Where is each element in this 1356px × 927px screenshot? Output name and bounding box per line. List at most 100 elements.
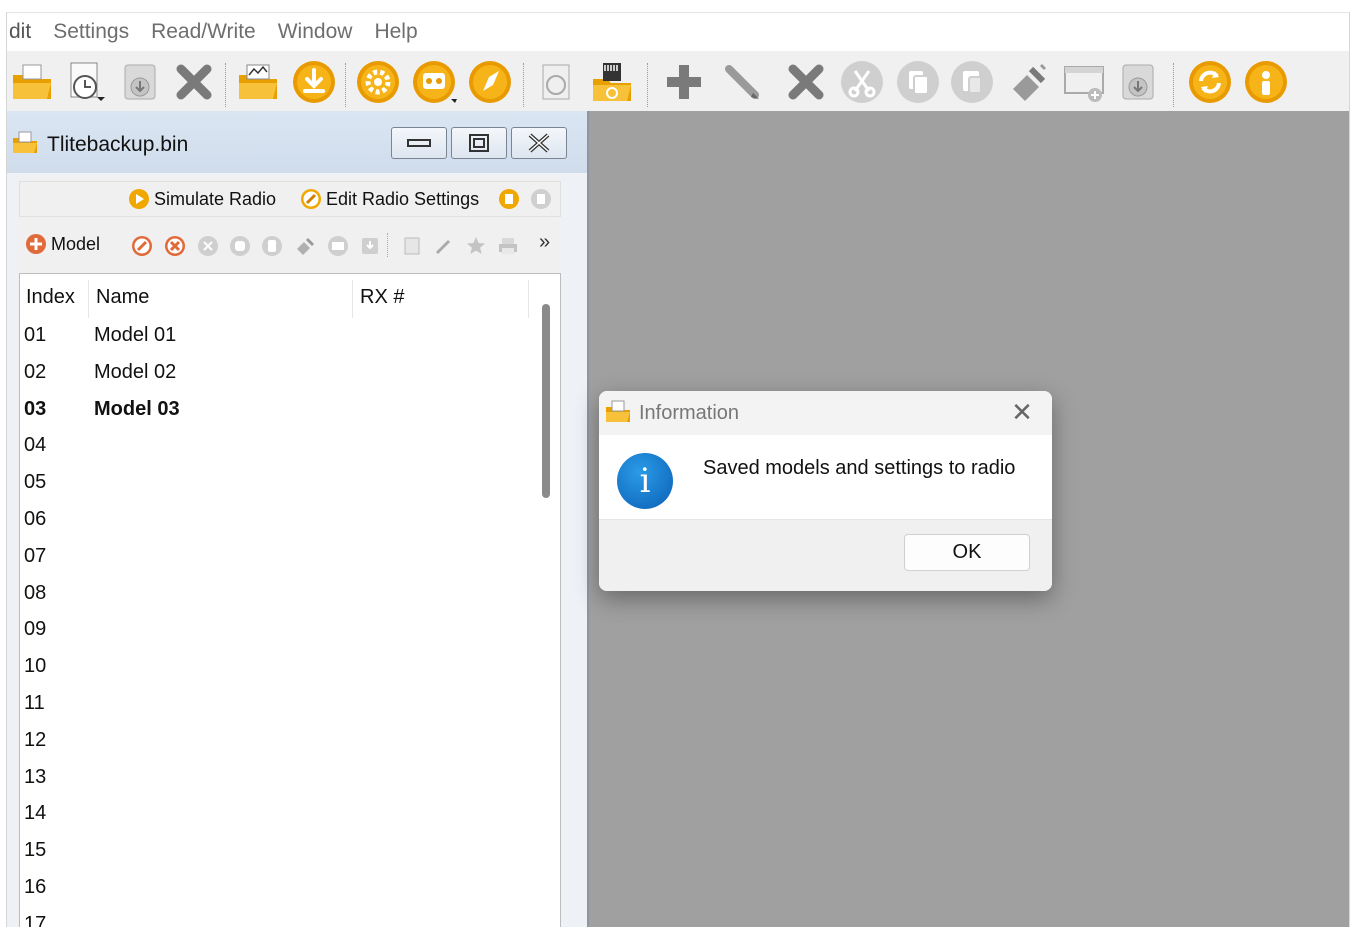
edit-pencil-icon[interactable] [719, 59, 765, 105]
table-row[interactable]: 03 Model 03 [20, 392, 530, 429]
dialog-title-bar: Information ✕ [599, 391, 1052, 435]
settings-gear-icon[interactable] [355, 59, 401, 105]
table-row[interactable]: 10 [20, 649, 530, 686]
wizard-icon[interactable] [1005, 59, 1051, 105]
row-index: 03 [24, 397, 47, 420]
sd-card-icon[interactable] [589, 59, 635, 105]
table-row[interactable]: 15 [20, 833, 530, 870]
copy-icon[interactable] [895, 59, 941, 105]
sync-refresh-icon[interactable] [1187, 59, 1233, 105]
dialog-close-button[interactable]: ✕ [1007, 397, 1037, 427]
cut-scissors-icon[interactable] [839, 59, 885, 105]
profile-icon[interactable] [411, 59, 457, 105]
cut-icon[interactable] [197, 235, 219, 257]
table-row[interactable]: 12 [20, 723, 530, 760]
wizard-icon[interactable] [294, 235, 316, 257]
simulate-radio-button[interactable]: Simulate Radio [128, 188, 276, 210]
table-row[interactable]: 04 [20, 428, 530, 465]
menu-edit[interactable]: dit [7, 20, 42, 44]
dialog-message: Saved models and settings to radio [703, 457, 1016, 479]
row-index: 16 [24, 876, 47, 898]
document-icon[interactable] [401, 235, 423, 257]
row-index: 10 [24, 655, 47, 678]
new-window-icon[interactable] [1061, 59, 1107, 105]
delete-model-icon[interactable] [164, 235, 186, 257]
table-row[interactable]: 01 Model 01 [20, 318, 530, 355]
models-table: Index Name RX # 01 Model 01 02 Model 02 03 Mo… [19, 273, 561, 927]
table-row[interactable]: 07 [20, 539, 530, 576]
edit-radio-settings-label: Edit Radio Settings [326, 188, 480, 209]
more-toolbar-button[interactable]: » [539, 231, 550, 254]
save-model-icon[interactable] [359, 235, 381, 257]
copy-icon[interactable] [229, 235, 251, 257]
table-row[interactable]: 14 [20, 796, 530, 833]
row-index: 12 [24, 728, 47, 751]
table-row[interactable]: 02 Model 02 [20, 355, 530, 392]
row-index: 04 [24, 434, 47, 457]
model-label: Model [51, 233, 101, 254]
maximize-button[interactable] [451, 127, 507, 159]
menu-window[interactable]: Window [267, 20, 364, 44]
menu-help[interactable]: Help [363, 20, 428, 44]
app-folder-icon [604, 398, 632, 431]
pencil-icon[interactable] [433, 235, 455, 257]
open-recent-icon[interactable] [63, 59, 109, 105]
header-rx[interactable]: RX # [360, 286, 404, 309]
row-name: Model 01 [94, 324, 177, 346]
row-index: 09 [24, 618, 47, 641]
table-row[interactable]: 05 [20, 465, 530, 502]
edit-model-icon[interactable] [131, 235, 153, 257]
open-logs-icon[interactable] [235, 59, 281, 105]
download-icon[interactable] [291, 59, 337, 105]
play-icon [129, 189, 149, 209]
table-row[interactable]: 16 [20, 870, 530, 907]
minimize-button[interactable] [391, 127, 447, 159]
add-plus-icon[interactable] [661, 59, 707, 105]
copy-radio-icon[interactable] [498, 188, 520, 210]
row-index: 11 [24, 692, 45, 714]
vertical-scrollbar[interactable] [532, 274, 560, 927]
menu-bar: dit Settings Read/Write Window Help [7, 13, 1349, 51]
paste-icon[interactable] [261, 235, 283, 257]
main-toolbar [7, 51, 1349, 112]
header-index[interactable]: Index [26, 286, 75, 309]
menu-settings[interactable]: Settings [42, 20, 140, 44]
open-folder-icon[interactable] [9, 59, 55, 105]
info-icon[interactable] [1243, 59, 1289, 105]
close-x-icon[interactable] [171, 59, 217, 105]
row-index: 01 [24, 324, 47, 346]
edit-radio-settings-button[interactable]: Edit Radio Settings [300, 188, 479, 210]
add-model-button[interactable]: Model [25, 233, 100, 255]
table-row[interactable]: 09 [20, 612, 530, 649]
table-row[interactable]: 08 [20, 576, 530, 613]
paste-radio-icon[interactable] [530, 188, 552, 210]
table-row[interactable]: 17 [20, 907, 530, 927]
row-name: Model 03 [94, 397, 180, 420]
row-name: Model 02 [94, 360, 177, 383]
compass-icon[interactable] [467, 59, 513, 105]
print-icon[interactable] [497, 235, 519, 257]
ok-button[interactable]: OK [904, 534, 1030, 571]
table-row[interactable]: 06 [20, 502, 530, 539]
table-row[interactable]: 11 [20, 686, 530, 723]
document-title-bar[interactable]: Tlitebackup.bin [7, 111, 587, 173]
delete-x-icon[interactable] [783, 59, 829, 105]
row-index: 14 [24, 802, 47, 825]
print-preview-icon[interactable] [533, 59, 579, 105]
edit-pencil-icon [301, 189, 321, 209]
information-dialog: Information ✕ i Saved models and setting… [599, 391, 1052, 591]
menu-read-write[interactable]: Read/Write [140, 20, 267, 44]
document-title: Tlitebackup.bin [47, 133, 189, 156]
star-icon[interactable] [465, 235, 487, 257]
row-index: 13 [24, 765, 47, 788]
save-gray-icon[interactable] [1115, 59, 1161, 105]
save-disk-icon[interactable] [117, 59, 163, 105]
paste-icon[interactable] [949, 59, 995, 105]
template-icon[interactable] [327, 235, 349, 257]
close-window-button[interactable] [511, 127, 567, 159]
header-name[interactable]: Name [96, 286, 149, 309]
scrollbar-thumb[interactable] [542, 304, 550, 498]
table-row[interactable]: 13 [20, 760, 530, 797]
information-icon: i [617, 453, 673, 509]
dialog-body: i Saved models and settings to radio [599, 435, 1052, 519]
